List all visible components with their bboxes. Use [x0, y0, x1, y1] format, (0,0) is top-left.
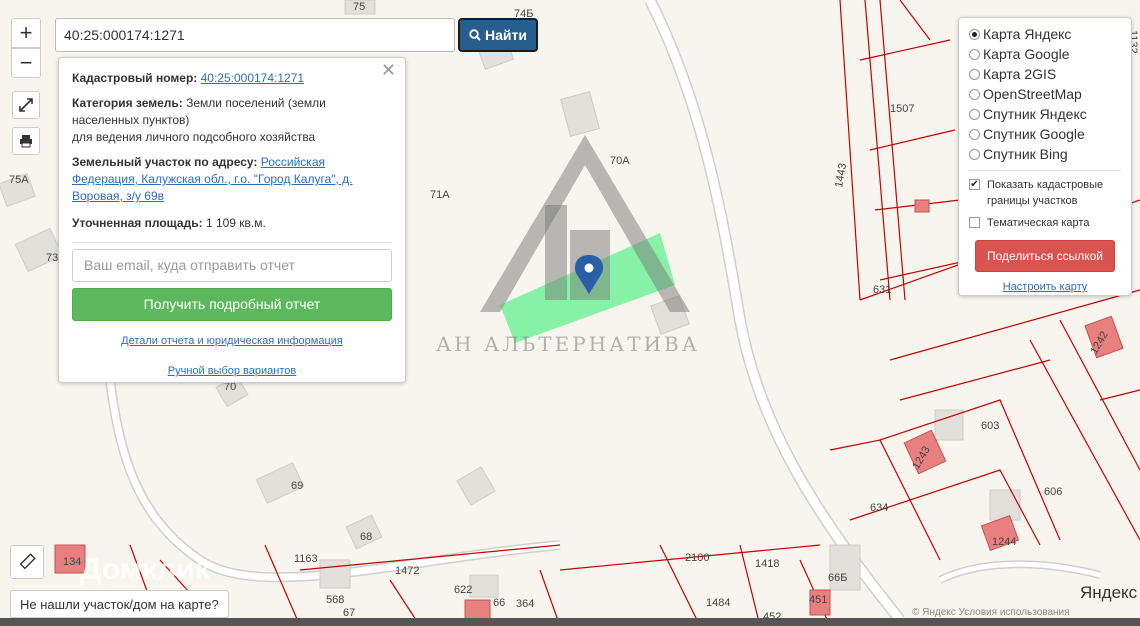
- map-label: 75А: [9, 174, 29, 186]
- layer-label: Карта 2GIS: [983, 66, 1057, 82]
- show-cadastral-borders-checkbox[interactable]: ✔ Показать кадастровые границы участков: [969, 177, 1121, 209]
- checkbox-icon: [969, 217, 980, 228]
- map-label: 1244: [992, 536, 1016, 548]
- radio-icon: [969, 68, 980, 80]
- email-field[interactable]: Ваш email, куда отправить отчет: [72, 249, 392, 282]
- cadastral-search-input[interactable]: [55, 18, 455, 52]
- layer-option-osm[interactable]: OpenStreetMap: [969, 84, 1121, 104]
- radio-icon: [969, 48, 980, 60]
- map-attribution[interactable]: © Яндекс Условия использования: [912, 607, 1070, 618]
- layer-label: Спутник Bing: [983, 146, 1068, 162]
- map-label: 67: [343, 607, 355, 619]
- watermark-text: АН АЛЬТЕРНАТИВА: [436, 332, 700, 356]
- map-label: 1443: [833, 162, 849, 188]
- map-label: 631: [873, 284, 891, 296]
- category-label: Категория земель:: [72, 96, 183, 110]
- map-label: 2100: [685, 552, 709, 564]
- parcel-info-panel: ✕ Кадастровый номер: 40:25:000174:1271 К…: [58, 57, 406, 383]
- map-label: 69: [291, 480, 303, 492]
- map-label: 622: [454, 584, 472, 596]
- share-link-button[interactable]: Поделиться ссылкой: [975, 240, 1115, 272]
- layer-label: Спутник Google: [983, 126, 1085, 142]
- checkbox-label: Тематическая карта: [987, 217, 1090, 229]
- ruler-button[interactable]: [10, 545, 44, 579]
- map-label: 73: [46, 252, 58, 264]
- map-label: 452: [763, 611, 781, 623]
- divider: [72, 242, 392, 243]
- layer-label: Спутник Яндекс: [983, 106, 1087, 122]
- report-details-link[interactable]: Детали отчета и юридическая информация: [121, 335, 343, 347]
- zoom-out-button[interactable]: −: [11, 48, 41, 78]
- map-label: 568: [326, 594, 344, 606]
- layer-option-yandex-satellite[interactable]: Спутник Яндекс: [969, 104, 1121, 124]
- map-label: 606: [1044, 486, 1062, 498]
- area-label: Уточненная площадь:: [72, 216, 203, 230]
- map-label: 634: [870, 502, 888, 514]
- map-label: 603: [981, 420, 999, 432]
- checkbox-label: Показать кадастровые границы участков: [987, 179, 1104, 207]
- radio-icon: [969, 108, 980, 120]
- cadastral-label: Кадастровый номер:: [72, 71, 198, 85]
- radio-checked-icon: [969, 28, 980, 40]
- land-use-value: для ведения личного подсобного хозяйства: [72, 130, 316, 144]
- map-label: 1472: [395, 565, 419, 577]
- search-button[interactable]: Найти: [458, 18, 538, 52]
- yandex-logo: Яндекс: [1080, 583, 1138, 602]
- close-icon[interactable]: ✕: [381, 61, 396, 79]
- layer-label: OpenStreetMap: [983, 86, 1082, 102]
- layer-option-google-map[interactable]: Карта Google: [969, 44, 1121, 64]
- map-label: 1484: [706, 597, 730, 609]
- layer-option-bing-satellite[interactable]: Спутник Bing: [969, 144, 1121, 164]
- map-label: 75: [353, 1, 365, 13]
- map-label: 364: [516, 598, 534, 610]
- map-layers-panel: Карта Яндекс Карта Google Карта 2GIS Ope…: [958, 17, 1132, 296]
- layer-label: Карта Яндекс: [983, 26, 1072, 42]
- divider: [969, 170, 1121, 171]
- get-report-button[interactable]: Получить подробный отчет: [72, 288, 392, 321]
- cadastral-number-link[interactable]: 40:25:000174:1271: [201, 71, 304, 85]
- area-value: 1 109 кв.м.: [205, 216, 266, 230]
- plus-icon: +: [19, 20, 33, 45]
- fullscreen-button[interactable]: [12, 91, 40, 119]
- domclick-watermark: Домклик: [80, 553, 210, 586]
- layer-label: Карта Google: [983, 46, 1070, 62]
- radio-icon: [969, 128, 980, 140]
- map-label: 1507: [890, 103, 914, 115]
- map-label: 1163: [294, 553, 318, 565]
- layer-option-2gis-map[interactable]: Карта 2GIS: [969, 64, 1121, 84]
- map-label: 1418: [755, 558, 779, 570]
- search-button-label: Найти: [485, 27, 527, 43]
- map-label: 70А: [610, 155, 630, 167]
- zoom-in-button[interactable]: +: [11, 18, 41, 48]
- manual-selection-link[interactable]: Ручной выбор вариантов: [168, 365, 296, 377]
- map-label: 134: [63, 556, 81, 568]
- map-label: 68: [360, 531, 372, 543]
- configure-map-link[interactable]: Настроить карту: [969, 281, 1121, 293]
- address-label: Земельный участок по адресу:: [72, 155, 258, 169]
- not-found-parcel-button[interactable]: Не нашли участок/дом на карте?: [10, 590, 229, 618]
- minus-icon: −: [19, 50, 33, 75]
- map-label: 66Б: [828, 572, 847, 584]
- search-icon: [469, 29, 481, 41]
- map-label: 71А: [430, 189, 450, 201]
- expand-icon: [19, 98, 33, 112]
- print-button[interactable]: [12, 127, 40, 155]
- map-label: 66: [493, 597, 505, 609]
- map-label: 451: [809, 594, 827, 606]
- thematic-map-checkbox[interactable]: Тематическая карта: [969, 215, 1121, 231]
- layer-option-google-satellite[interactable]: Спутник Google: [969, 124, 1121, 144]
- printer-icon: [20, 135, 32, 148]
- checkmark-icon: ✔: [969, 178, 980, 190]
- ruler-icon: [19, 553, 36, 570]
- radio-icon: [969, 88, 980, 100]
- radio-icon: [969, 148, 980, 160]
- layer-option-yandex-map[interactable]: Карта Яндекс: [969, 24, 1121, 44]
